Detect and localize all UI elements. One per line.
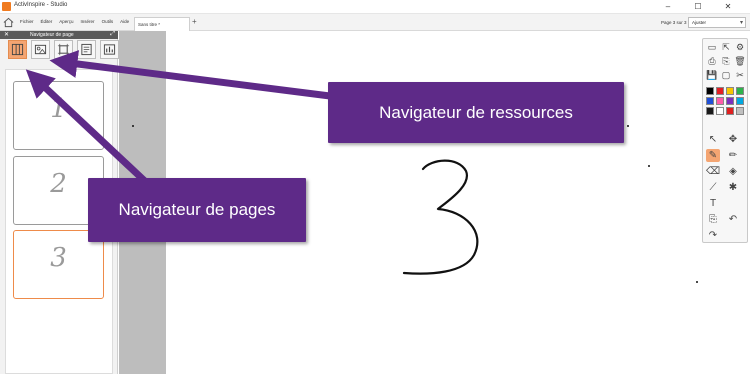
maximize-button[interactable]: ☐: [691, 1, 705, 12]
duplicate-page-icon[interactable]: ⎘: [706, 213, 720, 226]
minimize-button[interactable]: –: [661, 1, 675, 12]
thumbnail-label: 3: [50, 243, 67, 273]
color-swatch[interactable]: [706, 107, 714, 115]
browser-tabs: [8, 40, 119, 59]
add-tab-button[interactable]: +: [192, 18, 197, 26]
window-title: ActivInspire - Studio: [14, 2, 68, 8]
canvas-dot: [627, 125, 629, 127]
canvas-dot: [132, 125, 134, 127]
close-button[interactable]: ✕: [721, 1, 735, 12]
pencil-tool-icon[interactable]: ✏: [726, 149, 740, 162]
toolbox-drawing-tools: ↖ ✥ ✎ ✏ ⌫ ◈ ⟋ ✱ T ⎘ ↶ ↷: [706, 133, 746, 242]
menu-inserer[interactable]: Insérer: [81, 19, 95, 24]
page-browser-icon: [11, 43, 24, 56]
menu-items: Fichier Éditer Aperçu Insérer Outils Aid…: [20, 19, 129, 24]
canvas-dot: [648, 165, 650, 167]
trash-icon[interactable]: 🗑: [734, 55, 746, 67]
color-palette: [706, 87, 746, 115]
redo-icon[interactable]: ↷: [706, 229, 720, 242]
copy-page-icon[interactable]: ⎘: [720, 55, 732, 67]
color-swatch[interactable]: [736, 87, 744, 95]
settings-icon[interactable]: ⚙: [734, 41, 746, 53]
menu-fichier[interactable]: Fichier: [20, 19, 34, 24]
object-browser-icon: [57, 43, 70, 56]
document-tab[interactable]: Sans titre *: [134, 17, 190, 31]
resource-browser-icon: [34, 44, 47, 55]
select-tool-icon[interactable]: ↖: [706, 133, 720, 146]
clear-icon[interactable]: ▢: [720, 69, 732, 81]
callout-resource-browser: Navigateur de ressources: [328, 82, 624, 143]
line-tool-icon[interactable]: ⟋: [706, 181, 720, 194]
color-swatch[interactable]: [736, 97, 744, 105]
title-bar: ActivInspire - Studio – ☐ ✕: [0, 0, 750, 14]
tab-page-browser[interactable]: [8, 40, 27, 59]
text-tool-icon[interactable]: T: [706, 197, 720, 210]
panel-expand-icon[interactable]: ⤢: [110, 31, 115, 38]
zoom-dropdown[interactable]: Ajuster: [688, 17, 746, 28]
color-swatch[interactable]: [726, 97, 734, 105]
menu-apercu[interactable]: Aperçu: [59, 19, 73, 24]
main-toolbox: ▭ ⇱ ⚙ ⎙ ⎘ 🗑 💾 ▢ ✂ ↖ ✥ ✎ ✏ ⌫ ◈ ⟋ ✱ T ⎘ ↶ …: [702, 38, 748, 243]
print-icon[interactable]: ⎙: [706, 55, 718, 67]
move-tool-icon[interactable]: ✥: [726, 133, 740, 146]
magic-ink-icon[interactable]: ✱: [726, 181, 740, 194]
panel-close-icon[interactable]: ✕: [4, 31, 9, 38]
tool-window-icon[interactable]: ▭: [706, 41, 718, 53]
tool-pointer-icon[interactable]: ⇱: [720, 41, 732, 53]
color-swatch[interactable]: [706, 87, 714, 95]
menu-aide[interactable]: Aide: [120, 19, 129, 24]
callout-page-browser: Navigateur de pages: [88, 178, 306, 242]
empty-slot: [726, 197, 740, 210]
canvas-dot: [696, 281, 698, 283]
menu-outils[interactable]: Outils: [102, 19, 114, 24]
color-swatch[interactable]: [726, 87, 734, 95]
tab-resource-browser[interactable]: [31, 40, 50, 59]
handwritten-number-three[interactable]: [386, 153, 486, 283]
panel-header: ✕ Navigateur de page ⤢: [0, 31, 118, 39]
color-swatch[interactable]: [706, 97, 714, 105]
notes-browser-icon: [81, 43, 92, 56]
color-swatch[interactable]: [716, 87, 724, 95]
fill-tool-icon[interactable]: ◈: [726, 165, 740, 178]
color-swatch[interactable]: [716, 107, 724, 115]
save-icon[interactable]: 💾: [706, 69, 718, 81]
tab-notes-browser[interactable]: [77, 40, 96, 59]
home-icon[interactable]: [3, 17, 14, 28]
color-swatch[interactable]: [736, 107, 744, 115]
menu-bar: Fichier Éditer Aperçu Insérer Outils Aid…: [0, 14, 750, 31]
page-indicator: Page 3 sur 3: [661, 20, 687, 25]
toolbox-top-tools: ▭ ⇱ ⚙ ⎙ ⎘ 🗑 💾 ▢ ✂: [706, 41, 746, 81]
color-swatch[interactable]: [726, 107, 734, 115]
app-logo-icon: [2, 2, 11, 11]
pen-tool-icon[interactable]: ✎: [706, 149, 720, 162]
eraser-tool-icon[interactable]: ⌫: [706, 165, 720, 178]
menu-editer[interactable]: Éditer: [41, 19, 53, 24]
page-thumbnail-1[interactable]: 1: [13, 81, 104, 150]
panel-title: Navigateur de page: [30, 32, 74, 38]
color-swatch[interactable]: [716, 97, 724, 105]
undo-icon[interactable]: ↶: [726, 213, 740, 226]
tab-object-browser[interactable]: [54, 40, 73, 59]
tab-property-browser[interactable]: [100, 40, 119, 59]
thumbnail-label: 1: [50, 94, 67, 124]
scissors-icon[interactable]: ✂: [734, 69, 746, 81]
property-browser-icon: [103, 44, 116, 55]
